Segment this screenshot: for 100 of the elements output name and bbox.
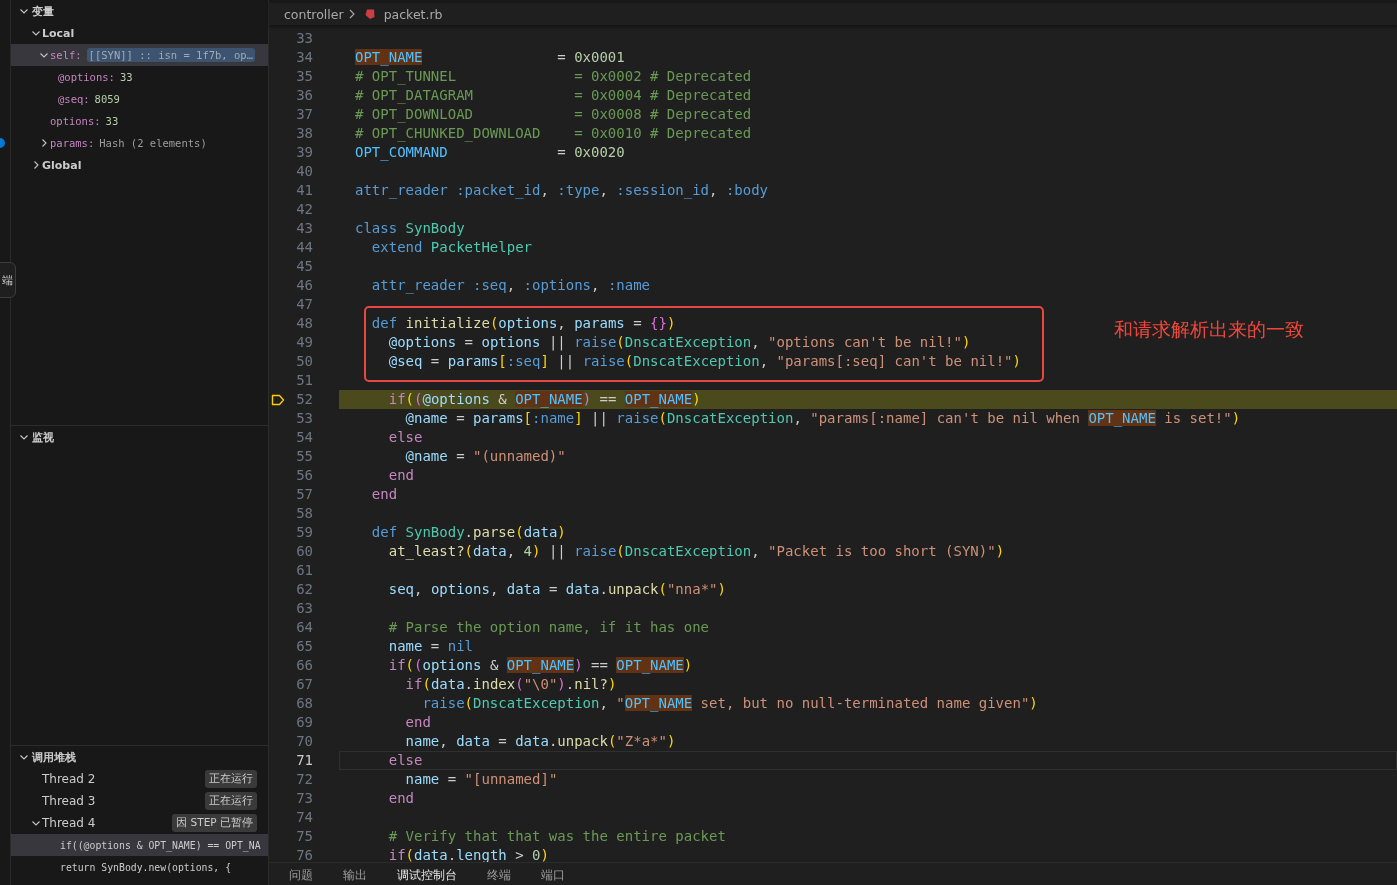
line-number: 38	[295, 124, 313, 143]
section-title[interactable]: 变量	[32, 3, 54, 19]
chevron-icon	[347, 9, 356, 19]
line-number: 58	[295, 504, 313, 523]
section-title[interactable]: 调用堆栈	[32, 749, 76, 765]
line-number: 35	[295, 67, 313, 86]
code-line: else	[387, 429, 423, 445]
code-line: @seq = params[:seq] || raise(DnscatException, "params[:seq] can't be nil!")	[387, 353, 1021, 369]
code-line: # Parse the option name, if it has one	[387, 619, 709, 635]
line-number: 56	[295, 466, 313, 485]
chevron-icon[interactable]	[31, 160, 41, 170]
thread-name[interactable]: Thread 2	[42, 772, 205, 786]
code-line: if(data.index("\0").nil?)	[404, 676, 617, 692]
code-line: # OPT_CHUNKED_DOWNLOAD = 0x0010 # Deprecated	[355, 125, 752, 141]
side-tab[interactable]: 端	[0, 262, 16, 298]
line-number: 73	[295, 789, 313, 808]
line-number: 45	[295, 257, 313, 276]
line-number: 57	[295, 485, 313, 504]
code-line: # OPT_DOWNLOAD = 0x0008 # Deprecated	[355, 106, 752, 122]
variable-name: options:	[50, 115, 101, 127]
line-number: 70	[295, 732, 313, 751]
code-line: seq, options, data = data.unpack("nna*")	[387, 581, 726, 597]
code-line: OPT_COMMAND = 0x0020	[355, 144, 625, 160]
stack-frame[interactable]: return SynBody.new(options, {	[11, 856, 268, 878]
status-badge: 因 STEP 已暂停	[172, 814, 257, 832]
variable-row[interactable]: params: Hash (2 elements)	[11, 132, 268, 154]
code-line: def SynBody.parse(data)	[370, 524, 566, 540]
scope-label: Local	[42, 26, 75, 40]
code-line: name, data = data.unpack("Z*a*")	[404, 733, 676, 749]
code-line: # OPT_DATAGRAM = 0x0004 # Deprecated	[355, 87, 752, 103]
variable-row[interactable]: Local	[11, 22, 268, 44]
code-line: OPT_NAME = 0x0001	[355, 49, 625, 65]
line-number: 33	[295, 29, 313, 48]
status-badge: 正在运行	[205, 792, 257, 810]
variable-row[interactable]: options: 33	[11, 110, 268, 132]
chevron-icon[interactable]	[31, 28, 41, 38]
code-line: end	[387, 467, 414, 483]
line-number: 67	[295, 675, 313, 694]
variable-row[interactable]: @seq: 8059	[11, 88, 268, 110]
variable-row[interactable]: @options: 33	[11, 66, 268, 88]
line-number: 42	[295, 200, 313, 219]
ruby-file-icon	[363, 8, 376, 20]
line-number: 74	[295, 808, 313, 827]
chevron-icon[interactable]	[39, 138, 49, 148]
line-number: 68	[295, 694, 313, 713]
code-line: name = "[unnamed]"	[404, 771, 558, 787]
panel-tab[interactable]: 输出	[335, 865, 375, 885]
stack-frame[interactable]: if((@options & OPT_NAME) == OPT_NA	[11, 834, 268, 856]
code-line: end	[370, 486, 398, 502]
line-number: 60	[295, 542, 313, 561]
code-line: class SynBody	[355, 220, 465, 236]
line-number: 48	[295, 314, 313, 333]
panel-tab[interactable]: 端口	[533, 865, 573, 885]
chevron-icon[interactable]	[39, 50, 49, 60]
line-number: 44	[295, 238, 313, 257]
variable-name: params:	[50, 137, 95, 149]
line-number: 51	[295, 371, 313, 390]
code-line: else	[387, 752, 423, 768]
code-line: at_least?(data, 4) || raise(DnscatException, "Packet is too short (SYN)")	[387, 543, 1005, 559]
code-line: name = nil	[387, 638, 474, 654]
code-line: end	[387, 790, 414, 806]
line-number: 61	[295, 561, 313, 580]
line-number: 76	[295, 846, 313, 862]
variable-row[interactable]: self: [[SYN]] :: isn = 1f7b, op…	[11, 44, 268, 66]
breadcrumb-item[interactable]: controller	[284, 6, 344, 22]
line-number: 34	[295, 48, 313, 67]
thread-name[interactable]: Thread 3	[42, 794, 205, 808]
line-number: 62	[295, 580, 313, 599]
line-number: 66	[295, 656, 313, 675]
variable-value: [[SYN]] :: isn = 1f7b, op…	[86, 48, 255, 62]
line-number: 72	[295, 770, 313, 789]
line-number: 65	[295, 637, 313, 656]
line-number: 49	[295, 333, 313, 352]
chevron-icon[interactable]	[31, 818, 41, 828]
panel-tab[interactable]: 终端	[479, 865, 519, 885]
line-number: 59	[295, 523, 313, 542]
line-number: 53	[295, 409, 313, 428]
panel-tab[interactable]: 问题	[281, 865, 321, 885]
code-line: @name = "(unnamed)"	[404, 448, 566, 464]
line-number: 63	[295, 599, 313, 618]
variable-row[interactable]: Global	[11, 154, 268, 176]
panel-tab[interactable]: 调试控制台	[389, 865, 465, 885]
chevron-icon[interactable]	[19, 6, 29, 16]
breadcrumb-item[interactable]: packet.rb	[383, 6, 443, 22]
code-line: if((options & OPT_NAME) == OPT_NAME)	[387, 657, 693, 673]
line-number: 52	[295, 390, 313, 409]
scope-label: Global	[42, 158, 82, 172]
code-line: def initialize(options, params = {})	[370, 315, 676, 331]
chevron-icon[interactable]	[19, 752, 29, 762]
line-number: 43	[295, 219, 313, 238]
variable-name: self:	[50, 49, 82, 61]
chevron-icon[interactable]	[19, 432, 29, 442]
line-number: 54	[295, 428, 313, 447]
line-number: 55	[295, 447, 313, 466]
section-title[interactable]: 监视	[32, 429, 54, 445]
code-line: raise(DnscatException, "OPT_NAME set, but no null-terminated name given")	[421, 695, 1038, 711]
thread-name[interactable]: Thread 4	[42, 816, 173, 830]
line-number: 37	[295, 105, 313, 124]
code-line: @name = params[:name] || raise(DnscatException, "params[:name] can't be nil when OPT_NAME is set!")	[404, 410, 1241, 426]
variable-value: 33	[119, 71, 133, 83]
